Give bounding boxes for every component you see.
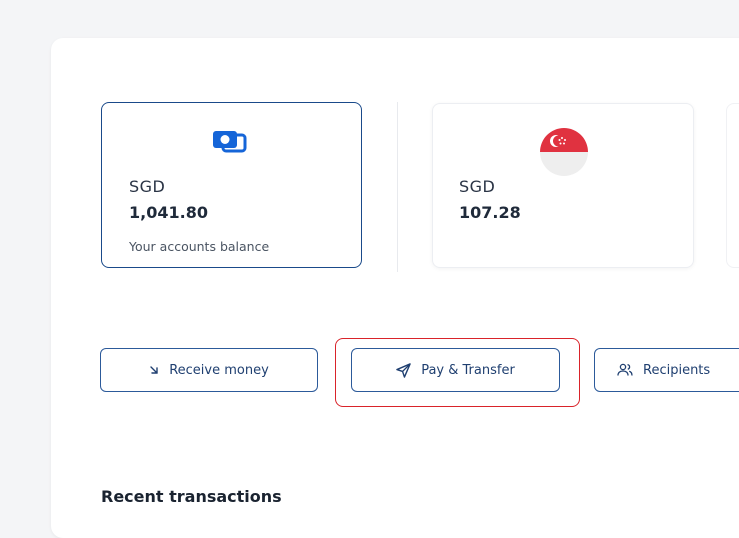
recipients-button[interactable]: Recipients (594, 348, 739, 392)
wallet-icon (211, 129, 249, 157)
account-balance: 1,041.80 (129, 203, 208, 222)
users-icon (617, 363, 633, 377)
account-currency: SGD (129, 177, 166, 196)
account-card-total[interactable]: SGD 1,041.80 Your accounts balance (101, 102, 362, 268)
recipients-label: Recipients (643, 362, 711, 378)
account-card-sgd[interactable]: SGD 107.28 (432, 103, 694, 268)
card-divider (397, 102, 398, 272)
pay-transfer-label: Pay & Transfer (421, 362, 515, 378)
receive-money-button[interactable]: Receive money (100, 348, 318, 392)
arrow-down-right-icon (149, 365, 159, 375)
recent-transactions-heading: Recent transactions (101, 487, 282, 506)
pay-transfer-button[interactable]: Pay & Transfer (351, 348, 560, 392)
account-currency: SGD (459, 177, 496, 196)
account-card-partial[interactable] (726, 103, 739, 268)
account-caption: Your accounts balance (129, 239, 270, 254)
send-icon (396, 362, 411, 378)
account-balance: 107.28 (459, 203, 521, 222)
singapore-flag-icon (540, 128, 588, 176)
receive-money-label: Receive money (169, 362, 269, 378)
